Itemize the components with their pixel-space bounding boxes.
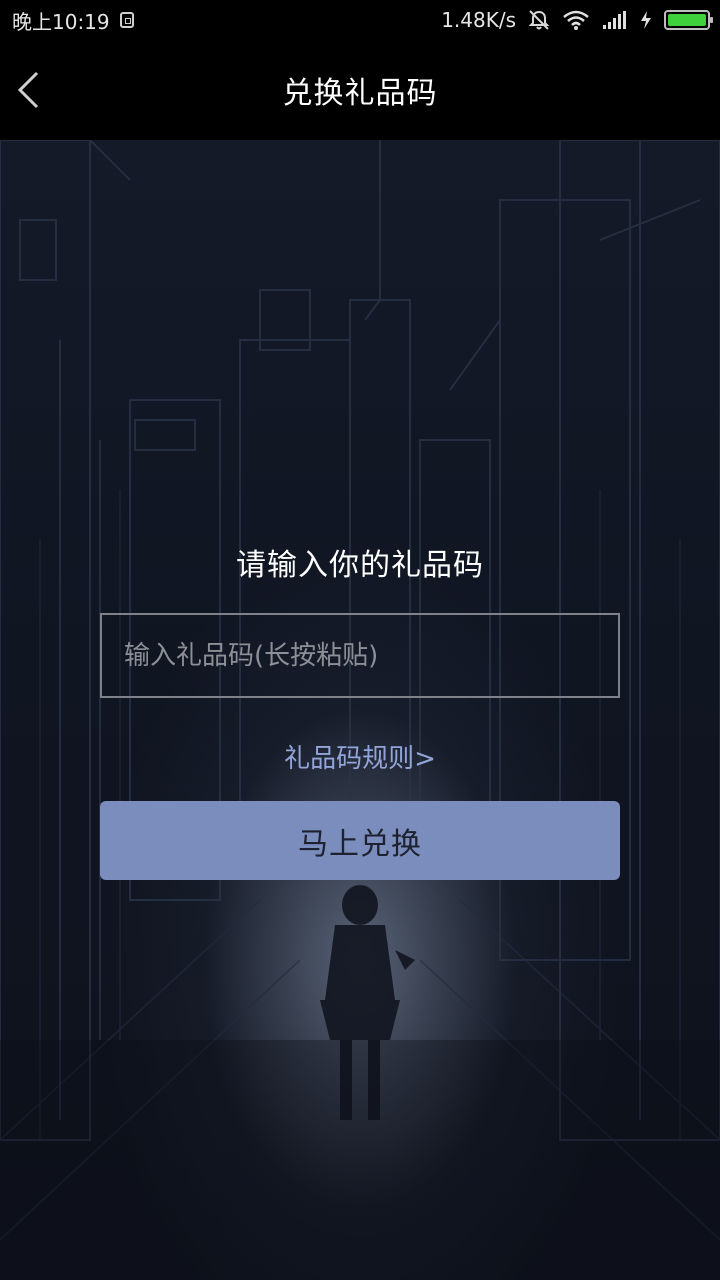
battery-icon [664, 10, 713, 30]
status-right: 1.48K/s [441, 0, 713, 40]
page-title: 兑换礼品码 [282, 76, 438, 111]
redeem-now-button[interactable]: 马上兑换 [100, 801, 620, 880]
wifi-icon [563, 10, 589, 30]
signal-icon [603, 11, 626, 29]
status-bar: 晚上10:19 1.48K/s [0, 0, 720, 40]
battery-fill [668, 14, 706, 26]
gift-code-input[interactable] [100, 613, 620, 698]
status-left: 晚上10:19 [12, 0, 134, 40]
bell-muted-icon [528, 10, 550, 30]
back-button[interactable] [8, 66, 48, 114]
input-prompt: 请输入你的礼品码 [236, 548, 484, 583]
background-illustration [0, 140, 720, 1280]
status-time: 晚上10:19 [12, 9, 110, 34]
network-speed: 1.48K/s [441, 8, 516, 32]
sim-icon [119, 12, 134, 28]
header: 兑换礼品码 [0, 40, 720, 140]
chevron-left-icon [17, 71, 39, 109]
city-alley-illustration [0, 140, 720, 1280]
gift-code-rules-link[interactable]: 礼品码规则> [0, 738, 720, 775]
charging-icon [641, 11, 651, 29]
gift-code-screen: 晚上10:19 1.48K/s 兑换礼品码 请输入你的礼品码 输入礼品码(长按粘… [0, 0, 720, 1280]
